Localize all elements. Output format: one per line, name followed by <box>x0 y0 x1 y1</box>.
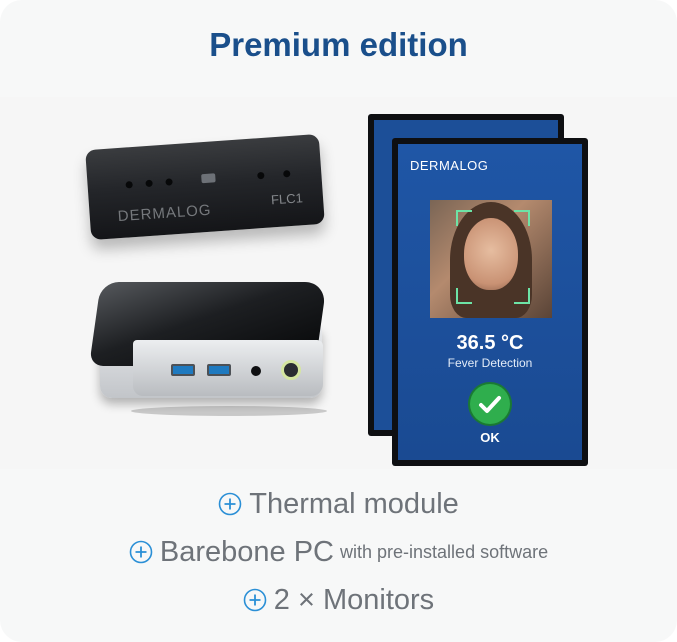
thermal-module-image: DERMALOG FLC1 <box>85 133 325 241</box>
plus-circle-icon <box>243 588 267 612</box>
scan-corner-icon <box>514 210 530 226</box>
usb-port <box>207 364 231 376</box>
monitor-front: DERMALOG 36.5 °C Fever Detection OK <box>392 138 588 466</box>
temperature-reading: 36.5 °C <box>456 332 524 354</box>
sensor-dot <box>125 181 133 189</box>
edition-title: Premium edition <box>209 26 468 63</box>
pc-shadow <box>131 406 327 416</box>
status-ok-label: OK <box>480 430 500 445</box>
scan-corner-icon <box>456 210 472 226</box>
module-brand-label: DERMALOG <box>117 201 213 226</box>
sensor-dot <box>283 170 291 178</box>
sensor-window <box>201 173 216 184</box>
edition-card: Premium edition DERMALOG FLC1 DERMALOG 3… <box>0 0 677 642</box>
fever-detection-label: Fever Detection <box>447 356 533 370</box>
sensor-dot <box>257 171 265 180</box>
scan-corner-icon <box>456 288 472 304</box>
feature-label: Barebone PC <box>159 535 335 568</box>
pc-front-panel <box>133 340 323 396</box>
scan-corner-icon <box>514 288 530 304</box>
sensor-dot <box>145 179 153 188</box>
module-model-label: FLC1 <box>270 190 304 208</box>
sensor-dot <box>165 178 173 186</box>
check-circle-icon <box>470 384 510 424</box>
feature-list: Thermal module Barebone PC with pre-inst… <box>0 480 677 624</box>
face-head <box>464 218 518 290</box>
plus-circle-icon <box>218 492 242 516</box>
feature-item-thermal-module: Thermal module <box>0 480 677 528</box>
barebone-pc-image <box>89 282 327 422</box>
feature-label: Thermal module <box>249 487 459 520</box>
feature-note: with pre-installed software <box>340 541 549 562</box>
audio-jack <box>251 366 261 376</box>
monitor-screen: DERMALOG 36.5 °C Fever Detection OK <box>398 144 582 460</box>
usb-port <box>171 364 195 376</box>
plus-circle-icon <box>129 540 153 564</box>
feature-item-barebone-pc: Barebone PC with pre-installed software <box>0 528 677 576</box>
product-photo: DERMALOG FLC1 DERMALOG 36.5 °C Fever Det… <box>0 97 677 469</box>
monitor-brand-label: DERMALOG <box>410 158 489 173</box>
power-button-icon <box>281 360 301 380</box>
feature-item-monitors: 2 × Monitors <box>0 576 677 624</box>
face-scan-image <box>430 200 552 318</box>
feature-label: 2 × Monitors <box>273 583 435 616</box>
